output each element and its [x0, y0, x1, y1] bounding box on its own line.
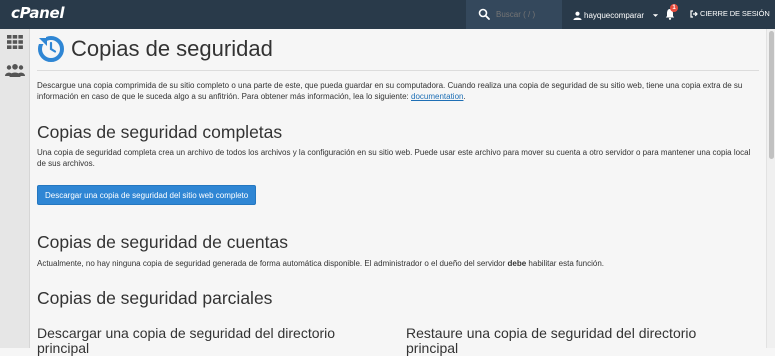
full-backup-heading: Copias de seguridad completas: [37, 122, 283, 142]
intro-end: .: [463, 92, 466, 101]
page-header: Copias de seguridad: [37, 35, 273, 63]
search-box[interactable]: [466, 0, 562, 29]
download-full-backup-button[interactable]: Descargar una copia de seguridad del sit…: [37, 185, 257, 205]
account-backup-emphasis: debe: [507, 259, 527, 268]
documentation-link[interactable]: documentation: [411, 92, 463, 101]
sidebar-item-users[interactable]: [5, 60, 25, 80]
divider: [37, 70, 759, 71]
username-label: hayquecomparar: [584, 10, 645, 20]
account-backup-text: Actualmente, no hay ninguna copia de seg…: [37, 259, 508, 268]
notification-count-badge: 1: [670, 4, 678, 12]
top-navigation-bar: cPanel hayquecomparar 1 CIERRE DE SESIÓN: [0, 0, 775, 29]
intro-body: Descargue una copia comprimida de su sit…: [37, 81, 743, 101]
main-content: Copias de seguridad Descargue una copia …: [30, 29, 766, 356]
grid-icon: [7, 35, 23, 49]
user-icon: [573, 11, 582, 20]
chevron-down-icon: [652, 13, 659, 17]
account-backup-heading: Copias de seguridad de cuentas: [37, 232, 289, 252]
logout-label: CIERRE DE SESIÓN: [700, 9, 770, 18]
full-backup-description: Una copia de seguridad completa crea un …: [37, 148, 751, 168]
sidebar: [0, 29, 30, 348]
user-menu[interactable]: hayquecomparar: [573, 9, 659, 21]
account-backup-text-end: habilitar esta función.: [526, 259, 605, 268]
sidebar-item-tools[interactable]: [5, 32, 25, 52]
search-input[interactable]: [496, 7, 556, 22]
scrollbar-thumb[interactable]: [769, 31, 774, 159]
intro-text: Descargue una copia comprimida de su sit…: [37, 80, 757, 102]
logout-icon: [690, 9, 698, 18]
page-title: Copias de seguridad: [71, 36, 273, 61]
cpanel-logo[interactable]: cPanel: [11, 4, 65, 22]
partial-backup-heading: Copias de seguridad parciales: [37, 288, 273, 308]
logout-button[interactable]: CIERRE DE SESIÓN: [690, 9, 770, 18]
restore-home-directory-heading: Restaure una copia de seguridad del dire…: [406, 325, 697, 356]
download-home-directory-heading: Descargar una copia de seguridad del dir…: [37, 325, 336, 356]
account-backup-description: Actualmente, no hay ninguna copia de seg…: [37, 258, 757, 269]
vertical-scrollbar[interactable]: [766, 29, 775, 348]
search-icon: [478, 8, 490, 20]
users-icon: [5, 63, 25, 77]
backup-icon: [37, 35, 64, 62]
